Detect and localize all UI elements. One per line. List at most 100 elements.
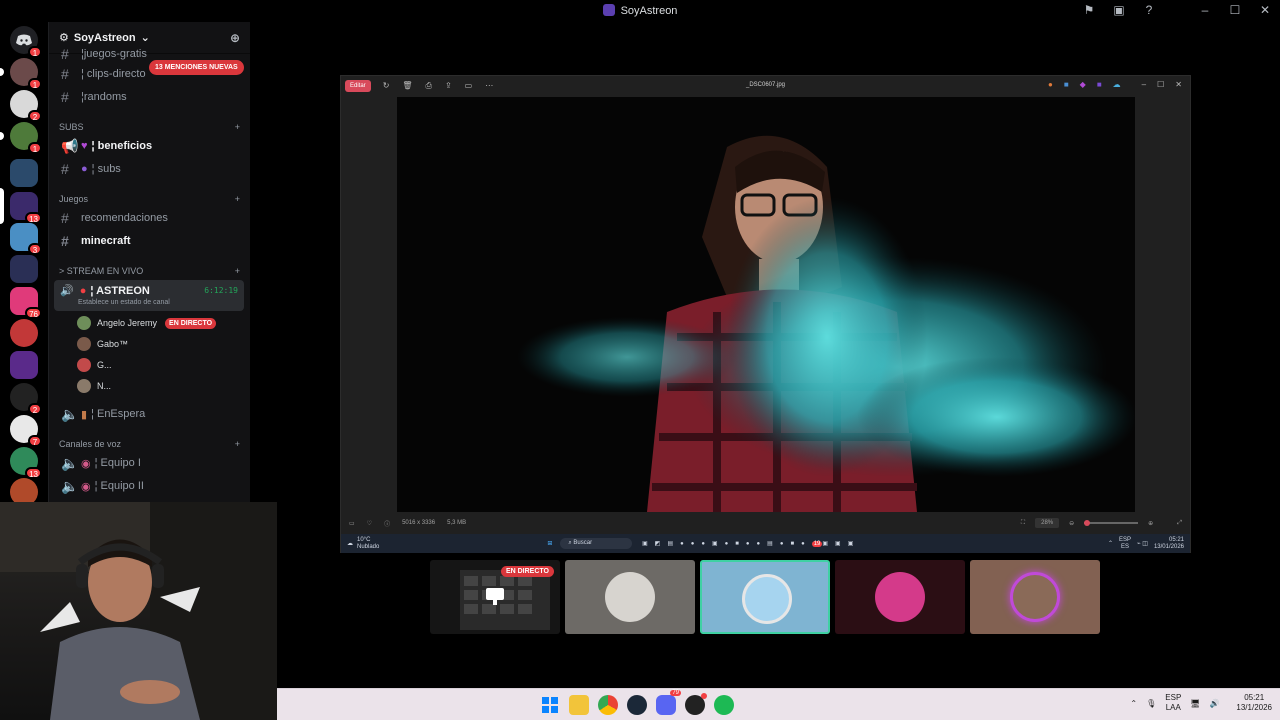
app-icon[interactable]: ◆ (1080, 80, 1086, 89)
channel-item[interactable]: # recomendaciones (55, 208, 244, 228)
avatar (77, 358, 91, 372)
add-member-icon[interactable]: ⊕ (230, 31, 240, 45)
voice-user[interactable]: Gabo™ (77, 335, 128, 353)
category-subs[interactable]: SUBS + (59, 122, 240, 132)
plus-icon[interactable]: + (235, 439, 240, 449)
discord-home-button[interactable]: 1 (10, 26, 42, 58)
brain-icon: ◉ (81, 457, 91, 470)
weather-icon: ☁ (347, 541, 353, 547)
guild-gear-icon: ⚙ (59, 32, 69, 44)
microphone-icon[interactable]: 🎙 (1146, 699, 1156, 708)
avatar (875, 572, 925, 622)
fit-icon[interactable]: ⛶ (1021, 520, 1025, 527)
server-icon[interactable] (10, 159, 38, 187)
maximize-button[interactable]: ☐ (1157, 80, 1164, 89)
inner-clock: 05:21 13/01/2026 (1153, 536, 1184, 550)
server-icon[interactable]: 7 (10, 415, 42, 447)
app-icon[interactable]: ● (1048, 80, 1053, 89)
weather-widget: 10°C Nublado (357, 536, 380, 550)
network-icon[interactable]: 🖥 (1190, 699, 1200, 708)
filmstrip-icon[interactable]: ▭ (349, 520, 355, 527)
participant-tile[interactable] (970, 560, 1100, 634)
live-voice-channel[interactable]: 🔊 ● ¦ ASTREON 6:12:19 Establece un estad… (54, 280, 244, 311)
zoom-slider[interactable] (1084, 520, 1139, 526)
live-badge: EN DIRECTO (500, 566, 554, 577)
server-icon[interactable]: 13 (10, 192, 42, 224)
server-icon[interactable]: 1 (10, 58, 42, 90)
screen-share-icon[interactable]: ▣ (1112, 3, 1126, 17)
channel-item[interactable]: # ¦randoms (55, 87, 244, 107)
participant-tile[interactable] (565, 560, 695, 634)
voice-channel-item[interactable]: 🔈 ◉ ¦ Equipo I (55, 453, 244, 473)
volume-icon[interactable]: 🔊 (1209, 699, 1219, 708)
spotify-icon[interactable] (714, 695, 734, 715)
app-icon[interactable]: ■ (1097, 80, 1102, 89)
zoom-out-icon[interactable]: ⊖ (1069, 520, 1074, 527)
server-icon[interactable]: 76 (10, 287, 42, 319)
close-button[interactable]: ✕ (1175, 80, 1182, 89)
discord-app-icon (602, 4, 615, 16)
image-dimensions: 5016 x 3336 (402, 520, 436, 526)
inner-search-box: ⌕ Buscar (560, 538, 633, 549)
onedrive-icon[interactable]: ☁ (1113, 80, 1121, 89)
help-icon[interactable]: ? (1142, 3, 1156, 17)
channel-item[interactable]: 📢 ♥ ¦ beneficios (55, 136, 244, 156)
category-voz[interactable]: Canales de voz + (59, 439, 240, 449)
minimize-button[interactable]: – (1142, 80, 1146, 89)
participant-tile-speaking[interactable] (700, 560, 830, 634)
server-icon[interactable] (10, 255, 38, 283)
chrome-icon[interactable] (598, 695, 618, 715)
inner-language: ESP ES (1119, 536, 1132, 550)
minimize-button[interactable]: – (1198, 3, 1212, 17)
plus-icon[interactable]: + (235, 122, 240, 132)
new-mentions-pill[interactable]: 13 MENCIONES NUEVAS (149, 60, 244, 75)
voice-user[interactable]: N... (77, 377, 111, 395)
language-indicator[interactable]: ESP LAA (1165, 693, 1181, 713)
category-juegos[interactable]: Juegos + (59, 194, 240, 204)
channel-item[interactable]: # minecraft (55, 231, 244, 251)
discord-icon[interactable]: 79 (656, 690, 681, 715)
fullscreen-icon[interactable]: ⤢ (1177, 520, 1182, 527)
server-icon[interactable]: 13 (10, 447, 42, 479)
zoom-slider-thumb[interactable] (1084, 520, 1091, 526)
category-stream[interactable]: > STREAM EN VIVO + (59, 266, 240, 276)
steam-icon[interactable] (627, 695, 647, 715)
chevron-up-icon: ⌃ (1107, 541, 1113, 547)
channel-status[interactable]: Establece un estado de canal (78, 299, 170, 306)
app-icon[interactable]: ■ (1064, 80, 1069, 89)
clock[interactable]: 05:21 13/1/2026 (1236, 693, 1272, 713)
channel-item[interactable]: # ● ¦ subs (55, 159, 244, 179)
server-icon[interactable]: 1 (10, 122, 42, 154)
hash-icon: # (61, 46, 69, 62)
close-button[interactable]: ✕ (1258, 3, 1272, 17)
server-icon[interactable] (10, 351, 38, 379)
inbox-flag-icon[interactable]: ⚑ (1082, 3, 1096, 17)
zoom-in-icon[interactable]: ⊕ (1148, 520, 1153, 527)
obs-icon[interactable] (685, 693, 707, 715)
windows-start-icon[interactable] (540, 695, 560, 715)
maximize-button[interactable]: ☐ (1228, 3, 1242, 17)
voice-channel-item[interactable]: 🔈 ▮ ¦ EnEspera (55, 404, 244, 424)
speaker-icon: 🔈 (61, 405, 79, 422)
participant-tile-stream[interactable]: EN DIRECTO (430, 560, 560, 634)
inner-tray: ⌃ ESP ES ⌁ ◫ 05:21 13/01/2026 (1108, 537, 1184, 551)
server-icon[interactable]: 3 (10, 223, 42, 255)
zoom-level[interactable]: 28% (1035, 518, 1060, 528)
participant-tile[interactable] (835, 560, 965, 634)
voice-user[interactable]: G... (77, 356, 112, 374)
plus-icon[interactable]: + (235, 266, 240, 276)
speaker-icon: 🔈 (61, 477, 79, 494)
plus-icon[interactable]: + (235, 194, 240, 204)
favorite-icon[interactable]: ♡ (367, 520, 372, 527)
voice-channel-item[interactable]: 🔈 ◉ ¦ Equipo II (55, 476, 244, 496)
avatar (742, 574, 792, 624)
server-icon[interactable] (10, 319, 38, 347)
file-explorer-icon[interactable] (569, 695, 589, 715)
portrait-photo (397, 97, 1135, 512)
chevron-up-icon[interactable]: ⌃ (1130, 699, 1137, 708)
voice-user[interactable]: Angelo Jeremy EN DIRECTO (77, 314, 217, 332)
server-icon[interactable]: 2 (10, 383, 42, 415)
server-icon[interactable]: 2 (10, 90, 42, 122)
info-icon[interactable]: ⓘ (384, 519, 390, 528)
